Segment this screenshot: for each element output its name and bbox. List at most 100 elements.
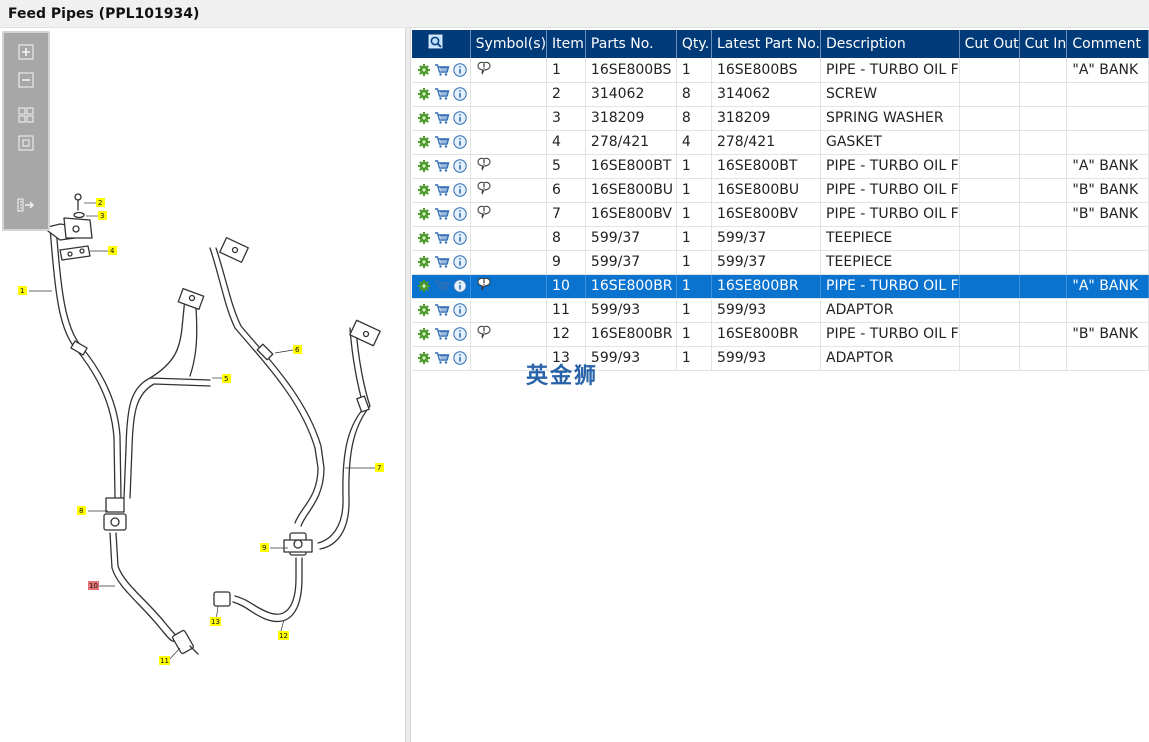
table-row[interactable]: 13 599/93 1 599/93 ADAPTOR (412, 346, 1149, 371)
cell-qty[interactable]: 8 (676, 106, 712, 131)
cart-icon[interactable] (434, 327, 450, 341)
gear-icon[interactable] (417, 303, 431, 317)
gear-icon[interactable] (417, 183, 431, 197)
cell-cut-out[interactable] (959, 298, 1020, 323)
cell-item[interactable]: 4 (546, 130, 586, 155)
cell-symbols[interactable] (470, 178, 548, 203)
cell-symbols[interactable] (470, 298, 548, 323)
cell-latest-part-no[interactable]: 599/37 (711, 250, 822, 275)
cell-symbols[interactable] (470, 250, 548, 275)
info-icon[interactable] (453, 255, 467, 269)
callout-6[interactable]: 6 (295, 346, 300, 354)
cell-comment[interactable] (1066, 130, 1149, 155)
cell-item[interactable]: 6 (546, 178, 586, 203)
cell-description[interactable]: TEEPIECE (820, 226, 960, 251)
cell-cut-out[interactable] (959, 250, 1020, 275)
cell-parts-no[interactable]: 16SE800BS (585, 58, 677, 83)
cell-comment[interactable]: "A" BANK (1066, 58, 1149, 83)
cell-parts-no[interactable]: 16SE800BR (585, 322, 677, 347)
cell-cut-in[interactable] (1019, 82, 1068, 107)
cell-comment[interactable]: "B" BANK (1066, 178, 1149, 203)
cell-symbols[interactable] (470, 106, 548, 131)
cell-parts-no[interactable]: 16SE800BV (585, 202, 677, 227)
table-row[interactable]: 12 16SE800BR 1 16SE800BR PIPE - TURBO OIL F "… (412, 322, 1149, 347)
gear-icon[interactable] (417, 255, 431, 269)
callout-12[interactable]: 12 (279, 632, 288, 640)
cell-latest-part-no[interactable]: 599/93 (711, 346, 822, 371)
header-item[interactable]: Item (546, 30, 586, 58)
cell-comment[interactable] (1066, 298, 1149, 323)
cell-description[interactable]: PIPE - TURBO OIL F (820, 202, 960, 227)
cell-cut-out[interactable] (959, 58, 1020, 83)
cart-icon[interactable] (434, 255, 450, 269)
table-row[interactable]: 3 318209 8 318209 SPRING WASHER (412, 106, 1149, 131)
cell-qty[interactable]: 1 (676, 346, 712, 371)
cell-parts-no[interactable]: 599/93 (585, 346, 677, 371)
header-description[interactable]: Description (820, 30, 960, 58)
cell-latest-part-no[interactable]: 278/421 (711, 130, 822, 155)
cell-comment[interactable]: "A" BANK (1066, 154, 1149, 179)
cell-cut-in[interactable] (1019, 226, 1068, 251)
cell-latest-part-no[interactable]: 16SE800BT (711, 154, 822, 179)
cell-parts-no[interactable]: 16SE800BT (585, 154, 677, 179)
note-symbol-icon[interactable] (476, 324, 492, 340)
cell-symbols[interactable] (470, 202, 548, 227)
info-icon[interactable] (453, 231, 467, 245)
cell-item[interactable]: 3 (546, 106, 586, 131)
cell-comment[interactable] (1066, 106, 1149, 131)
cell-cut-out[interactable] (959, 202, 1020, 227)
cell-qty[interactable]: 1 (676, 226, 712, 251)
cell-cut-in[interactable] (1019, 346, 1068, 371)
table-row[interactable]: 11 599/93 1 599/93 ADAPTOR (412, 298, 1149, 323)
cart-icon[interactable] (434, 351, 450, 365)
cell-parts-no[interactable]: 278/421 (585, 130, 677, 155)
gear-icon[interactable] (417, 63, 431, 77)
table-row[interactable]: 2 314062 8 314062 SCREW (412, 82, 1149, 107)
cell-qty[interactable]: 1 (676, 202, 712, 227)
zoom-out-button[interactable] (16, 70, 36, 90)
header-qty[interactable]: Qty. (676, 30, 712, 58)
cell-comment[interactable]: "A" BANK (1066, 274, 1149, 299)
cart-icon[interactable] (434, 207, 450, 221)
cell-symbols[interactable] (470, 58, 548, 83)
cell-description[interactable]: TEEPIECE (820, 250, 960, 275)
fit-window-button[interactable] (16, 133, 36, 153)
note-symbol-icon[interactable] (476, 156, 492, 172)
cell-cut-out[interactable] (959, 130, 1020, 155)
callout-4[interactable]: 4 (110, 247, 115, 255)
cell-latest-part-no[interactable]: 599/37 (711, 226, 822, 251)
info-icon[interactable] (453, 207, 467, 221)
cell-parts-no[interactable]: 16SE800BU (585, 178, 677, 203)
cell-cut-in[interactable] (1019, 274, 1068, 299)
fit-all-button[interactable] (16, 105, 36, 125)
cell-description[interactable]: PIPE - TURBO OIL F (820, 154, 960, 179)
header-search[interactable] (412, 30, 471, 58)
info-icon[interactable] (453, 183, 467, 197)
note-symbol-icon[interactable] (476, 180, 492, 196)
cell-comment[interactable] (1066, 250, 1149, 275)
gear-icon[interactable] (417, 327, 431, 341)
gear-icon[interactable] (417, 231, 431, 245)
cell-qty[interactable]: 1 (676, 274, 712, 299)
info-icon[interactable] (453, 303, 467, 317)
callout-8[interactable]: 8 (79, 507, 83, 515)
cell-cut-out[interactable] (959, 154, 1020, 179)
header-symbols[interactable]: Symbol(s) (470, 30, 548, 58)
cell-cut-in[interactable] (1019, 250, 1068, 275)
callout-13[interactable]: 13 (211, 618, 220, 626)
callout-10[interactable]: 10 (89, 582, 98, 590)
cell-parts-no[interactable]: 314062 (585, 82, 677, 107)
cell-symbols[interactable] (470, 274, 548, 299)
cell-cut-out[interactable] (959, 106, 1020, 131)
info-icon[interactable] (453, 327, 467, 341)
note-symbol-icon[interactable] (476, 204, 492, 220)
gear-icon[interactable] (417, 159, 431, 173)
cart-icon[interactable] (434, 303, 450, 317)
cart-icon[interactable] (434, 183, 450, 197)
cell-cut-out[interactable] (959, 82, 1020, 107)
cell-cut-in[interactable] (1019, 58, 1068, 83)
cell-cut-in[interactable] (1019, 322, 1068, 347)
cell-comment[interactable] (1066, 226, 1149, 251)
cell-qty[interactable]: 1 (676, 178, 712, 203)
cell-latest-part-no[interactable]: 16SE800BS (711, 58, 822, 83)
